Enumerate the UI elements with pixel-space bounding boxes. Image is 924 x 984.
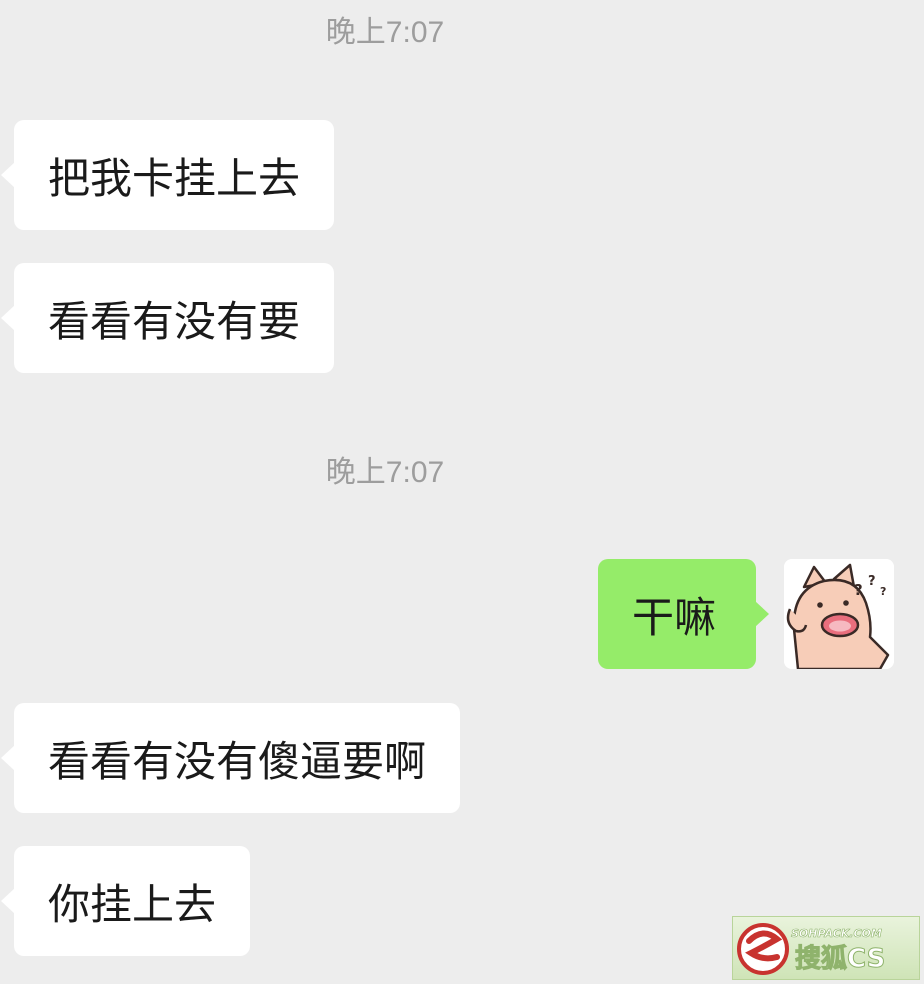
svg-text:?: ? (880, 585, 886, 598)
watermark-url: SOHPACK.COM (791, 927, 882, 940)
svg-text:?: ? (854, 581, 863, 599)
incoming-message-bubble[interactable]: 看看有没有要 (1, 263, 335, 373)
watermark-logo-icon: SOHPACK.COM 搜狐CS (737, 923, 886, 975)
bubble-tail (1, 162, 15, 188)
bubble-tail (1, 888, 15, 914)
bubble-tail (755, 601, 769, 627)
bubble-tail (1, 745, 15, 771)
message-timestamp: 晚上7:07 (325, 16, 445, 49)
bubble-tail (1, 305, 15, 331)
watermark-logo-text: 搜狐CS (795, 944, 885, 974)
message-text: 看看有没有要 (48, 296, 301, 346)
svg-text:?: ? (868, 574, 876, 589)
pig-avatar-icon: ? ? ? (784, 559, 894, 669)
message-text: 把我卡挂上去 (48, 153, 301, 203)
incoming-message-bubble[interactable]: 看看有没有傻逼要啊 (1, 703, 461, 813)
site-watermark-logo: SOHPACK.COM 搜狐CS (732, 916, 920, 980)
message-text: 干嘛 (632, 592, 717, 642)
incoming-message-bubble[interactable]: 你挂上去 (1, 846, 251, 956)
message-text: 你挂上去 (48, 879, 217, 929)
outgoing-message-bubble[interactable]: 干嘛 (598, 559, 769, 669)
self-avatar[interactable]: ? ? ? (784, 559, 894, 669)
message-text: 看看有没有傻逼要啊 (48, 736, 427, 786)
message-timestamp: 晚上7:07 (325, 456, 445, 489)
incoming-message-bubble[interactable]: 把我卡挂上去 (1, 120, 335, 230)
